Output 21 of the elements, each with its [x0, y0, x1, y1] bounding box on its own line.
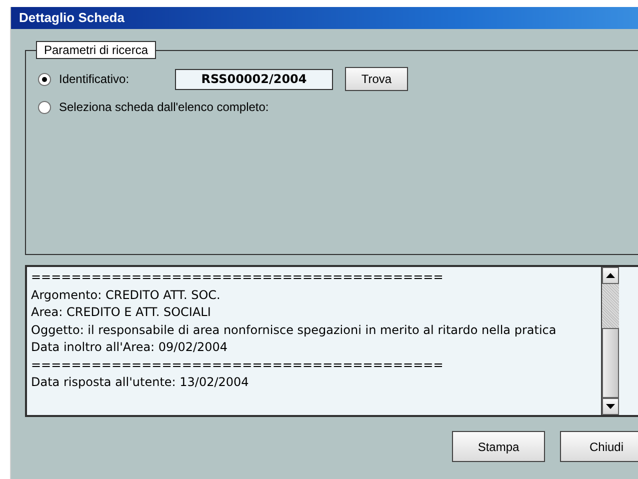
detail-line: ========================================= [31, 356, 444, 374]
dialog-button[interactable]: Stampa [452, 431, 545, 462]
scroll-down-icon[interactable] [602, 398, 619, 415]
dialog-button[interactable]: Chiudi [560, 431, 638, 462]
radio-label: Seleziona scheda dall'elenco completo: [59, 100, 269, 114]
radio-button[interactable] [38, 72, 51, 86]
radio-label: Identificativo: [59, 72, 130, 86]
detail-line: Oggetto: il responsabile di area nonfornisce spegazioni in merito al ritardo nella pratica [31, 322, 558, 338]
details-text-area[interactable] [25, 265, 638, 417]
find-button[interactable]: Trova [345, 67, 408, 91]
detail-line: Area: CREDITO E ATT. SOCIALI [31, 304, 212, 321]
detail-line: Data inoltro all'Area: 09/02/2004 [31, 339, 229, 356]
id-field[interactable]: RSS00002/2004 [175, 68, 333, 90]
scroll-up-icon[interactable] [602, 267, 619, 284]
detail-line: Data risposta all'utente: 13/02/2004 [31, 374, 250, 391]
detail-line: Argomento: CREDITO ATT. SOC. [31, 286, 222, 304]
group-legend: Parametri di ricerca [36, 41, 156, 59]
window-title: Dettaglio Scheda [11, 7, 638, 29]
radio-button[interactable] [38, 100, 51, 114]
detail-line: ========================================= [31, 269, 444, 286]
scrollbar[interactable] [601, 267, 619, 415]
